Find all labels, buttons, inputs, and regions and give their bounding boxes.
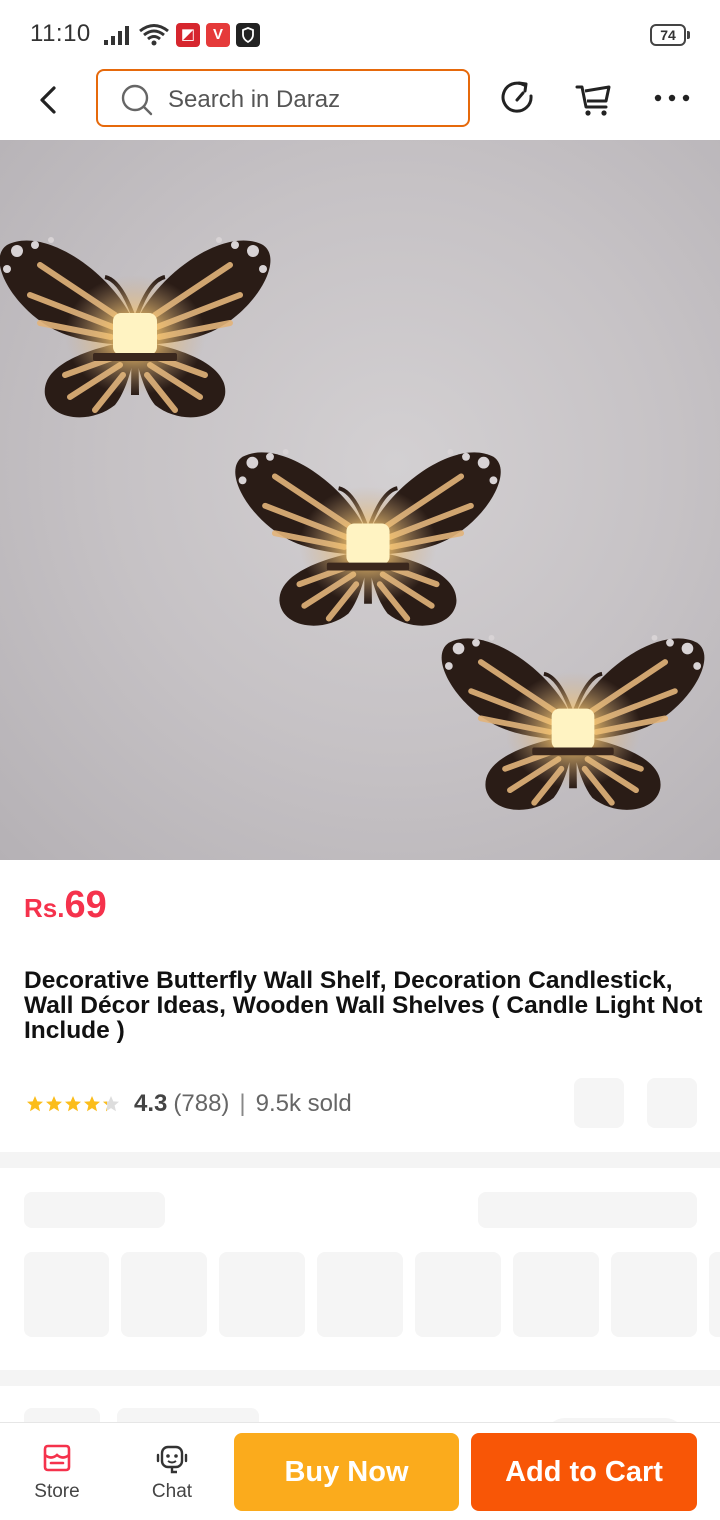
- add-to-cart-button[interactable]: Add to Cart: [471, 1433, 697, 1511]
- bottom-action-bar: Store Chat Buy Now Add to Cart: [0, 1422, 720, 1520]
- skeleton-thumb: [24, 1252, 109, 1337]
- battery-icon: 74: [650, 24, 690, 46]
- rating-count: (788): [173, 1090, 230, 1117]
- rating-row[interactable]: 4.3 (788) | 9.5k sold: [26, 1088, 566, 1120]
- skeleton-label: [478, 1192, 697, 1228]
- more-icon: [654, 94, 690, 102]
- skeleton-thumb: [219, 1252, 305, 1337]
- battery-level: 74: [650, 24, 686, 46]
- rating-separator: |: [239, 1090, 246, 1117]
- store-button[interactable]: Store: [17, 1441, 97, 1511]
- search-icon: [121, 84, 153, 116]
- search-input[interactable]: Search in Daraz: [96, 69, 470, 127]
- rating-stars: [26, 1095, 122, 1113]
- skeleton-thumb: [317, 1252, 403, 1337]
- skeleton-thumb: [121, 1252, 207, 1337]
- share-icon: [501, 81, 533, 113]
- skeleton-thumb: [415, 1252, 501, 1337]
- v-app-icon: V: [206, 23, 230, 47]
- more-options-button[interactable]: [650, 76, 694, 120]
- product-price: Rs.69: [24, 884, 107, 927]
- share-placeholder[interactable]: [647, 1078, 697, 1128]
- share-button[interactable]: [496, 76, 540, 120]
- price-currency: Rs.: [24, 893, 65, 923]
- wifi-icon: [139, 24, 169, 46]
- app-notification-icon: ◩: [176, 23, 200, 47]
- product-image[interactable]: [0, 140, 720, 860]
- buy-now-button[interactable]: Buy Now: [234, 1433, 459, 1511]
- back-button[interactable]: [28, 80, 68, 120]
- shield-app-icon: [236, 23, 260, 47]
- skeleton-label: [24, 1192, 165, 1228]
- product-photo-illustration: [0, 140, 720, 860]
- signal-icon: [104, 26, 129, 45]
- section-divider: [0, 1152, 720, 1168]
- back-icon: [40, 86, 56, 114]
- skeleton-thumb: [513, 1252, 599, 1337]
- sold-count: 9.5k sold: [255, 1090, 352, 1117]
- chat-icon: [156, 1445, 188, 1474]
- cart-icon: [575, 85, 611, 116]
- skeleton-thumb: [611, 1252, 697, 1337]
- cart-button[interactable]: [572, 76, 616, 120]
- section-divider: [0, 1370, 720, 1386]
- price-amount: 69: [64, 884, 107, 926]
- search-placeholder: Search in Daraz: [168, 86, 341, 113]
- chat-label: Chat: [151, 1481, 193, 1502]
- status-bar: 11:10 ◩ V 74: [0, 0, 720, 66]
- rating-value: 4.3: [134, 1090, 168, 1117]
- wishlist-placeholder[interactable]: [574, 1078, 624, 1128]
- store-label: Store: [34, 1481, 80, 1502]
- store-icon: [43, 1444, 71, 1472]
- star-icons: [27, 1096, 119, 1112]
- top-header: Search in Daraz: [0, 66, 720, 140]
- chat-button[interactable]: Chat: [132, 1441, 212, 1511]
- product-title: Decorative Butterfly Wall Shelf, Decorat…: [24, 967, 703, 1044]
- skeleton-thumb: [709, 1252, 720, 1337]
- status-time: 11:10: [30, 20, 91, 47]
